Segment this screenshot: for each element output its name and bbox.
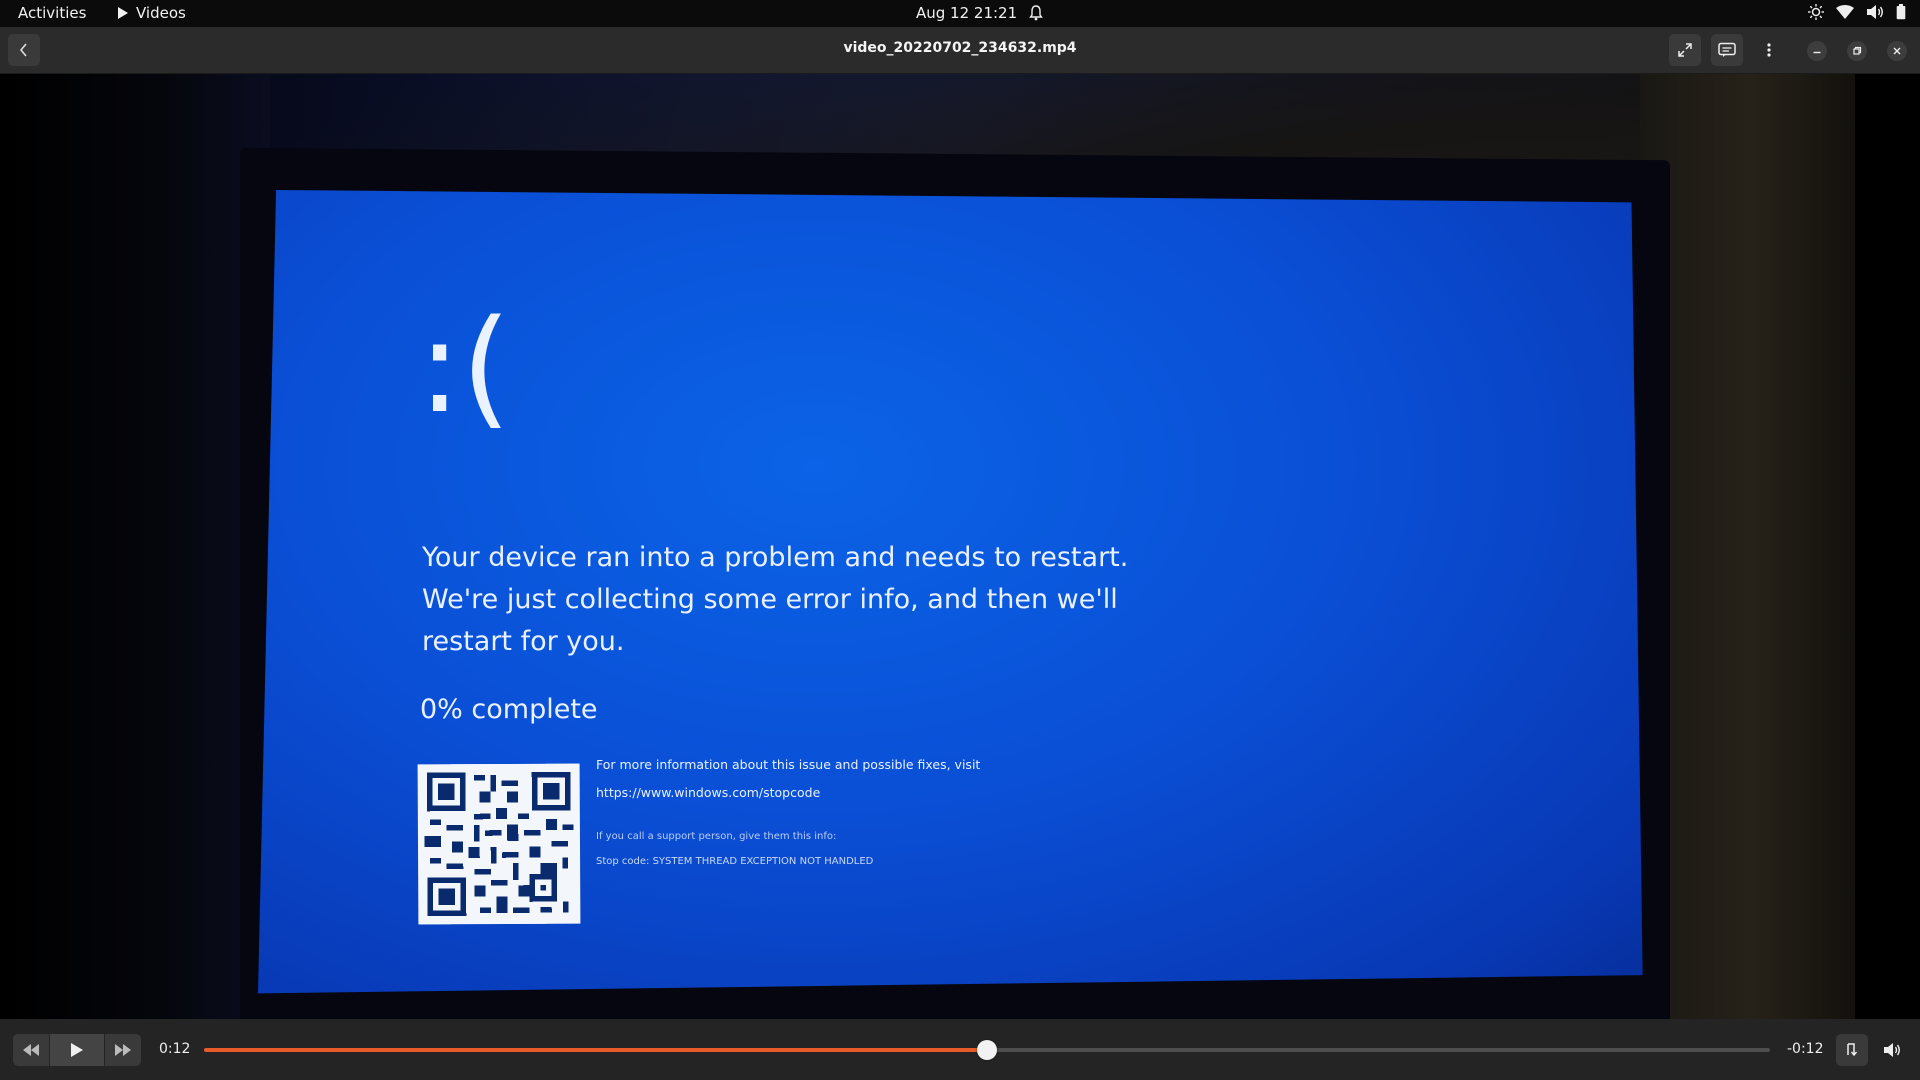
skip-backward-icon bbox=[23, 1044, 39, 1056]
video-letterbox-right bbox=[1855, 74, 1920, 1019]
kebab-menu-icon bbox=[1767, 43, 1771, 57]
bsod-message: Your device ran into a problem and needs… bbox=[422, 542, 1129, 657]
bsod-support-info: If you call a support person, give them … bbox=[596, 831, 837, 842]
brightness-icon bbox=[1808, 4, 1824, 20]
subtitles-icon bbox=[1718, 42, 1736, 57]
notification-bell-icon bbox=[1029, 5, 1044, 21]
wifi-icon bbox=[1836, 5, 1854, 19]
subtitles-button[interactable] bbox=[1711, 34, 1743, 66]
videos-app-icon bbox=[118, 7, 128, 19]
close-button[interactable] bbox=[1887, 41, 1907, 61]
bsod-url: https://www.windows.com/stopcode bbox=[596, 785, 821, 800]
fullscreen-button[interactable] bbox=[1669, 34, 1701, 66]
play-button[interactable] bbox=[50, 1034, 104, 1066]
app-menu[interactable]: Videos bbox=[118, 4, 186, 22]
rotate-icon bbox=[1847, 1043, 1858, 1057]
player-controls: 0:12 -0:12 bbox=[0, 1019, 1920, 1080]
restore-icon bbox=[1853, 46, 1862, 55]
volume-icon bbox=[1867, 5, 1883, 19]
qr-code bbox=[417, 763, 581, 925]
skip-forward-icon bbox=[115, 1044, 131, 1056]
restore-button[interactable] bbox=[1847, 41, 1867, 61]
activities-button[interactable]: Activities bbox=[18, 4, 86, 22]
fullscreen-icon bbox=[1678, 43, 1692, 57]
seek-progress bbox=[204, 1048, 987, 1052]
seek-bar[interactable] bbox=[204, 1040, 1770, 1060]
rotate-button[interactable] bbox=[1836, 1034, 1868, 1066]
minimize-button[interactable] bbox=[1807, 41, 1827, 61]
play-icon bbox=[71, 1043, 83, 1057]
top-bar: Activities Videos Aug 12 21:21 bbox=[0, 0, 1920, 27]
bsod-more-info: For more information about this issue an… bbox=[596, 757, 981, 772]
seek-handle[interactable] bbox=[977, 1040, 997, 1060]
minimize-icon bbox=[1813, 51, 1821, 54]
room-background-left bbox=[0, 74, 270, 1019]
battery-icon bbox=[1896, 4, 1906, 20]
video-title: video_20220702_234632.mp4 bbox=[843, 40, 1077, 56]
next-button[interactable] bbox=[105, 1034, 141, 1066]
bsod-sad-face: :( bbox=[418, 293, 512, 442]
close-icon bbox=[1893, 47, 1901, 55]
header-bar: video_20220702_234632.mp4 bbox=[0, 27, 1920, 74]
elapsed-time: 0:12 bbox=[159, 1041, 191, 1057]
remaining-time: -0:12 bbox=[1787, 1041, 1824, 1057]
system-tray[interactable] bbox=[1808, 4, 1906, 20]
clock[interactable]: Aug 12 21:21 bbox=[916, 4, 1044, 22]
volume-icon bbox=[1884, 1043, 1900, 1057]
video-area[interactable]: :( Your device ran into a problem and ne… bbox=[0, 74, 1920, 1019]
main-menu-button[interactable] bbox=[1753, 34, 1785, 66]
previous-button[interactable] bbox=[13, 1034, 49, 1066]
bsod-progress: 0% complete bbox=[420, 694, 598, 725]
app-menu-label: Videos bbox=[136, 4, 186, 22]
volume-button[interactable] bbox=[1876, 1034, 1908, 1066]
clock-label: Aug 12 21:21 bbox=[916, 4, 1018, 22]
bsod-stop-code: Stop code: SYSTEM THREAD EXCEPTION NOT H… bbox=[596, 856, 874, 867]
